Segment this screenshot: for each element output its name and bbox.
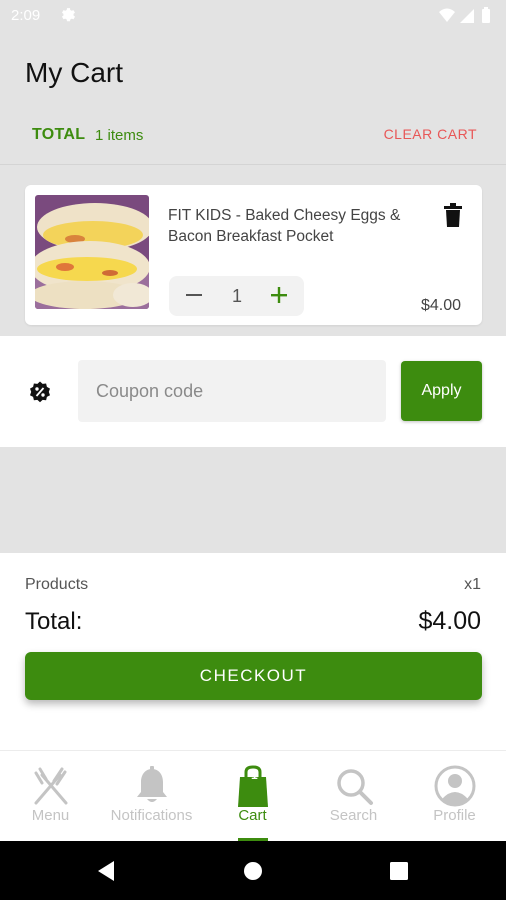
total-text: Total: [25, 608, 83, 635]
apply-coupon-button[interactable]: Apply [401, 361, 482, 421]
items-count: 1 items [95, 127, 144, 144]
checkout-button[interactable]: CHECKOUT [25, 652, 482, 700]
nav-item-cart[interactable]: 1 Cart [202, 751, 303, 842]
bottom-navigation: Menu Notifications 1 Cart Search Profile [0, 750, 506, 841]
nav-label-cart: Cart [238, 807, 267, 824]
nav-item-search[interactable]: Search [303, 751, 404, 842]
bell-icon [137, 766, 167, 802]
food-image [35, 195, 149, 309]
total-label: TOTAL [32, 126, 86, 143]
system-navigation-bar [0, 841, 506, 900]
products-count: x1 [464, 576, 481, 593]
total-value: $4.00 [418, 607, 481, 635]
header-divider [0, 164, 506, 165]
quantity-stepper: 1 [169, 276, 304, 316]
home-icon[interactable] [243, 861, 263, 881]
settings-gear-icon [61, 8, 76, 22]
search-icon [337, 769, 373, 805]
nav-item-profile[interactable]: Profile [404, 751, 505, 842]
nav-label-notifications: Notifications [110, 807, 193, 824]
nav-label-search: Search [329, 807, 378, 824]
increase-quantity-button[interactable] [269, 285, 289, 305]
trash-icon[interactable] [443, 203, 463, 227]
fork-knife-icon [34, 767, 68, 805]
item-name: FIT KIDS - Baked Cheesy Eggs & Bacon Bre… [168, 207, 401, 245]
signal-battery-icons [439, 7, 490, 23]
cart-header: My Cart TOTAL 1 items CLEAR CART [0, 32, 506, 164]
cart-badge-count: 1 [251, 768, 258, 782]
coupon-code-input[interactable] [78, 360, 386, 422]
profile-icon [434, 765, 476, 807]
order-summary: Products x1 Total: $4.00 CHECKOUT [0, 553, 506, 750]
nav-item-menu[interactable]: Menu [0, 751, 101, 842]
page-title: My Cart [25, 57, 123, 88]
status-bar: 2:09 [0, 0, 506, 32]
item-price: $4.00 [420, 297, 461, 314]
recents-icon[interactable] [390, 862, 408, 880]
cart-item-card: FIT KIDS - Baked Cheesy Eggs & Bacon Bre… [25, 185, 482, 325]
quantity-value: 1 [231, 286, 242, 306]
nav-item-notifications[interactable]: Notifications [101, 751, 202, 842]
nav-label-profile: Profile [433, 807, 476, 824]
clear-cart-button[interactable]: CLEAR CART [384, 126, 477, 142]
discount-badge-icon [30, 381, 50, 403]
back-icon[interactable] [96, 860, 116, 882]
coupon-section: Apply [0, 336, 506, 447]
products-label: Products [25, 576, 89, 593]
nav-label-menu: Menu [31, 807, 70, 824]
decrease-quantity-button[interactable] [185, 285, 203, 305]
status-time: 2:09 [11, 7, 41, 24]
